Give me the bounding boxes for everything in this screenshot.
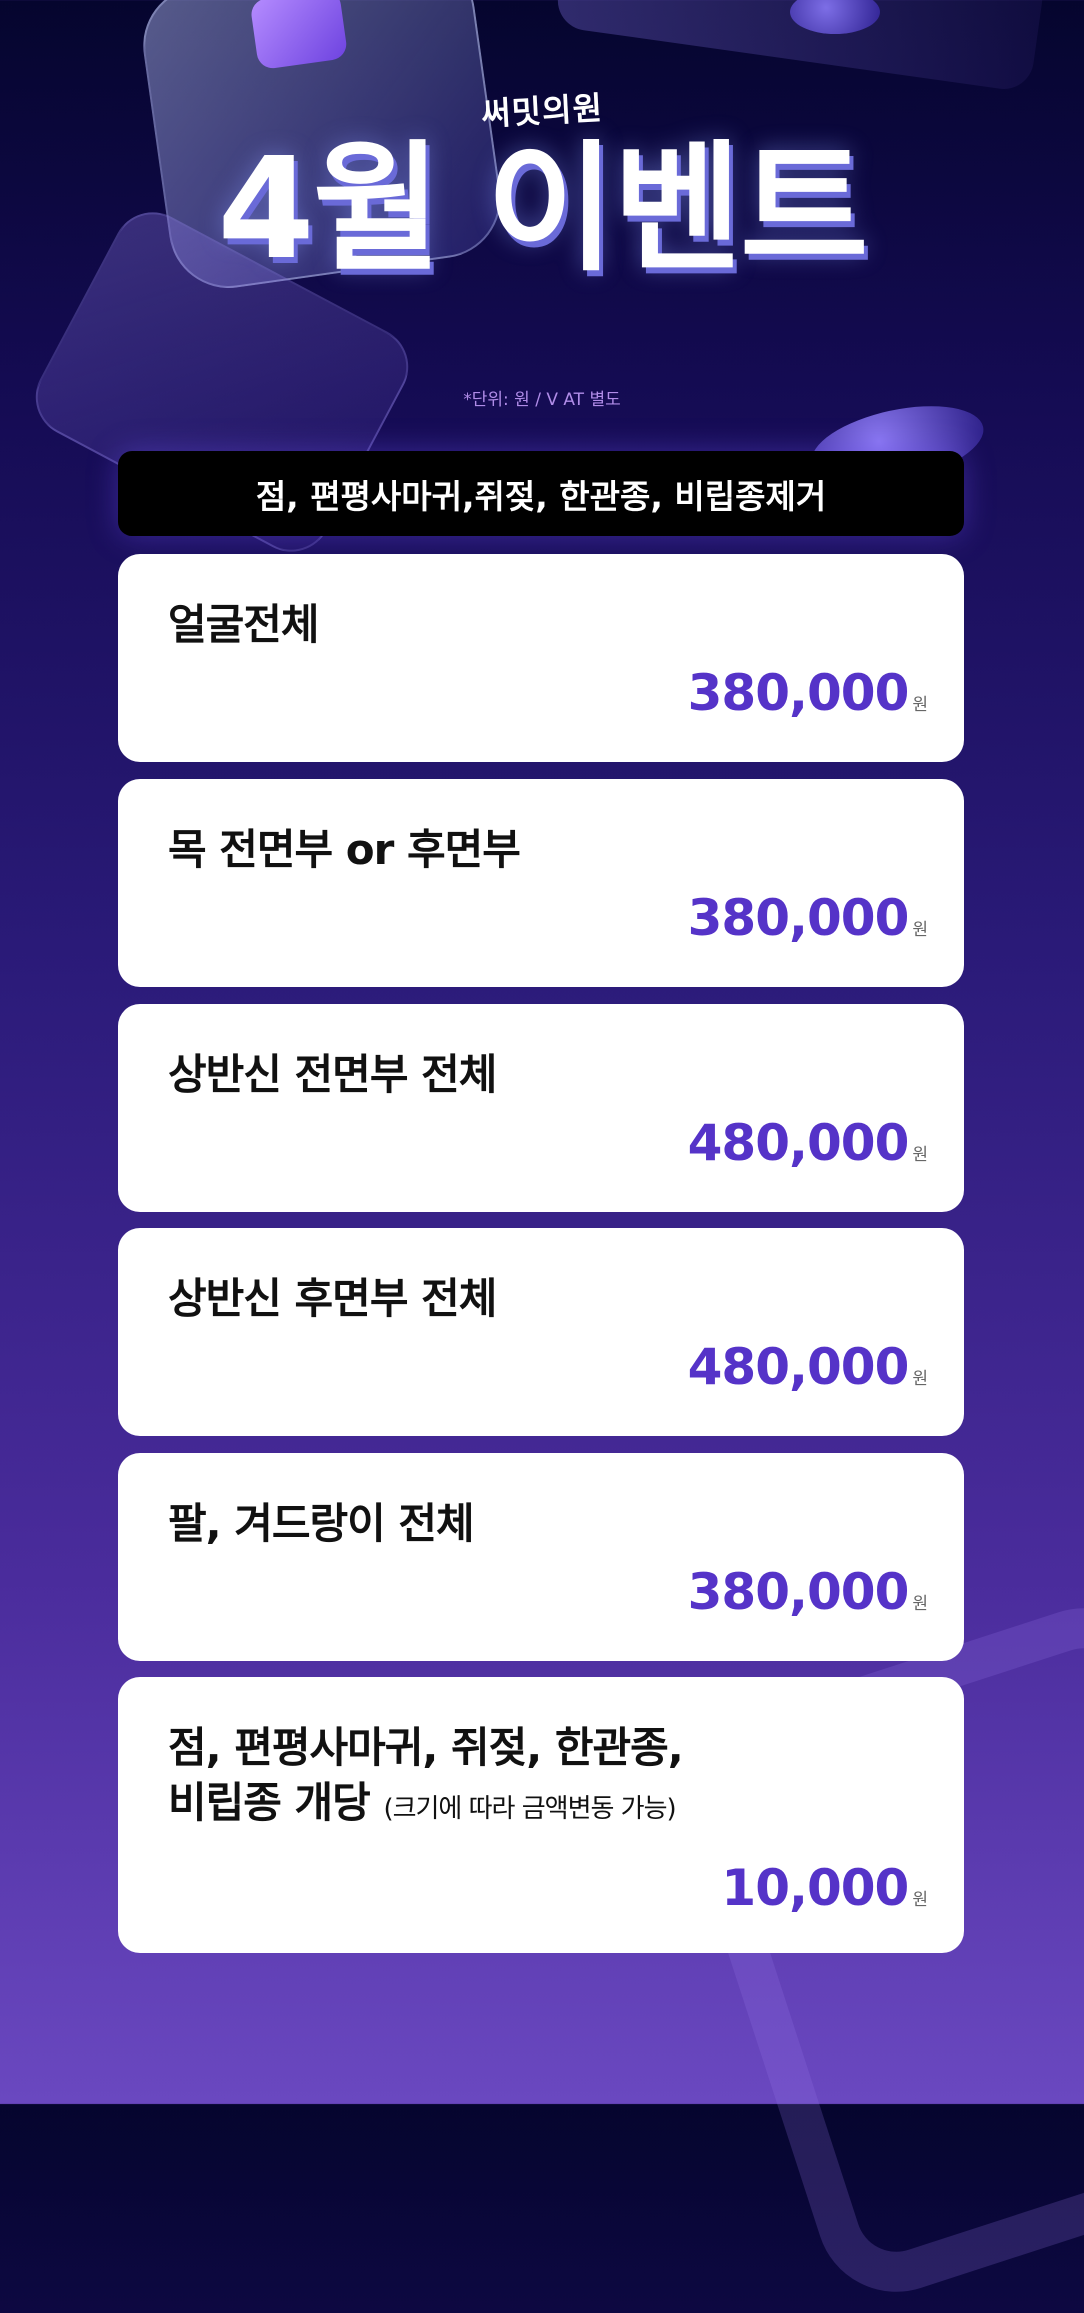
price-value: 380,000 <box>687 889 910 947</box>
price-value: 480,000 <box>687 1114 910 1172</box>
subject-banner: 점, 편평사마귀,쥐젖, 한관종, 비립종제거 <box>118 451 964 536</box>
card-note: (크기에 따라 금액변동 가능) <box>383 1793 676 1824</box>
card-price: 380,000 원 <box>688 889 928 947</box>
card-title-line: 점, 편평사마귀, 쥐젖, 한관종, <box>168 1723 684 1772</box>
price-unit: 원 <box>912 1890 928 1910</box>
card-price: 10,000 원 <box>721 1859 928 1917</box>
card-title: 점, 편평사마귀, 쥐젖, 한관종, 비립종 개당 (크기에 따라 금액변동 가… <box>168 1721 684 1831</box>
price-card: 목 전면부 or 후면부 380,000 원 <box>118 779 964 987</box>
card-title: 팔, 겨드랑이 전체 <box>168 1499 475 1548</box>
card-price: 380,000 원 <box>688 664 928 722</box>
price-value: 380,000 <box>687 1563 910 1621</box>
price-card: 상반신 전면부 전체 480,000 원 <box>118 1004 964 1212</box>
card-title-line: 비립종 개당 (크기에 따라 금액변동 가능) <box>168 1776 683 1831</box>
price-card: 팔, 겨드랑이 전체 380,000 원 <box>118 1453 964 1661</box>
price-card: 상반신 후면부 전체 480,000 원 <box>118 1228 964 1436</box>
price-unit: 원 <box>912 920 928 940</box>
price-value: 380,000 <box>687 664 910 722</box>
unit-note: *단위: 원 / V AT 별도 <box>463 390 621 410</box>
price-card: 얼굴전체 380,000 원 <box>118 554 964 762</box>
price-unit: 원 <box>912 695 928 715</box>
card-price: 480,000 원 <box>688 1114 928 1172</box>
price-card: 점, 편평사마귀, 쥐젖, 한관종, 비립종 개당 (크기에 따라 금액변동 가… <box>118 1677 964 1953</box>
headline: 4월 이벤트 <box>217 128 868 291</box>
decorative-coin-icon <box>790 0 880 34</box>
card-title: 얼굴전체 <box>168 600 320 649</box>
price-unit: 원 <box>912 1145 928 1165</box>
price-value: 10,000 <box>721 1859 909 1917</box>
card-price: 380,000 원 <box>688 1563 928 1621</box>
card-title: 상반신 후면부 전체 <box>168 1274 497 1323</box>
price-unit: 원 <box>912 1594 928 1614</box>
card-title: 상반신 전면부 전체 <box>168 1050 497 1099</box>
price-unit: 원 <box>912 1369 928 1389</box>
card-title-text: 비립종 개당 <box>168 1777 371 1827</box>
card-price: 480,000 원 <box>688 1338 928 1396</box>
card-title: 목 전면부 or 후면부 <box>168 825 521 874</box>
price-value: 480,000 <box>687 1338 910 1396</box>
